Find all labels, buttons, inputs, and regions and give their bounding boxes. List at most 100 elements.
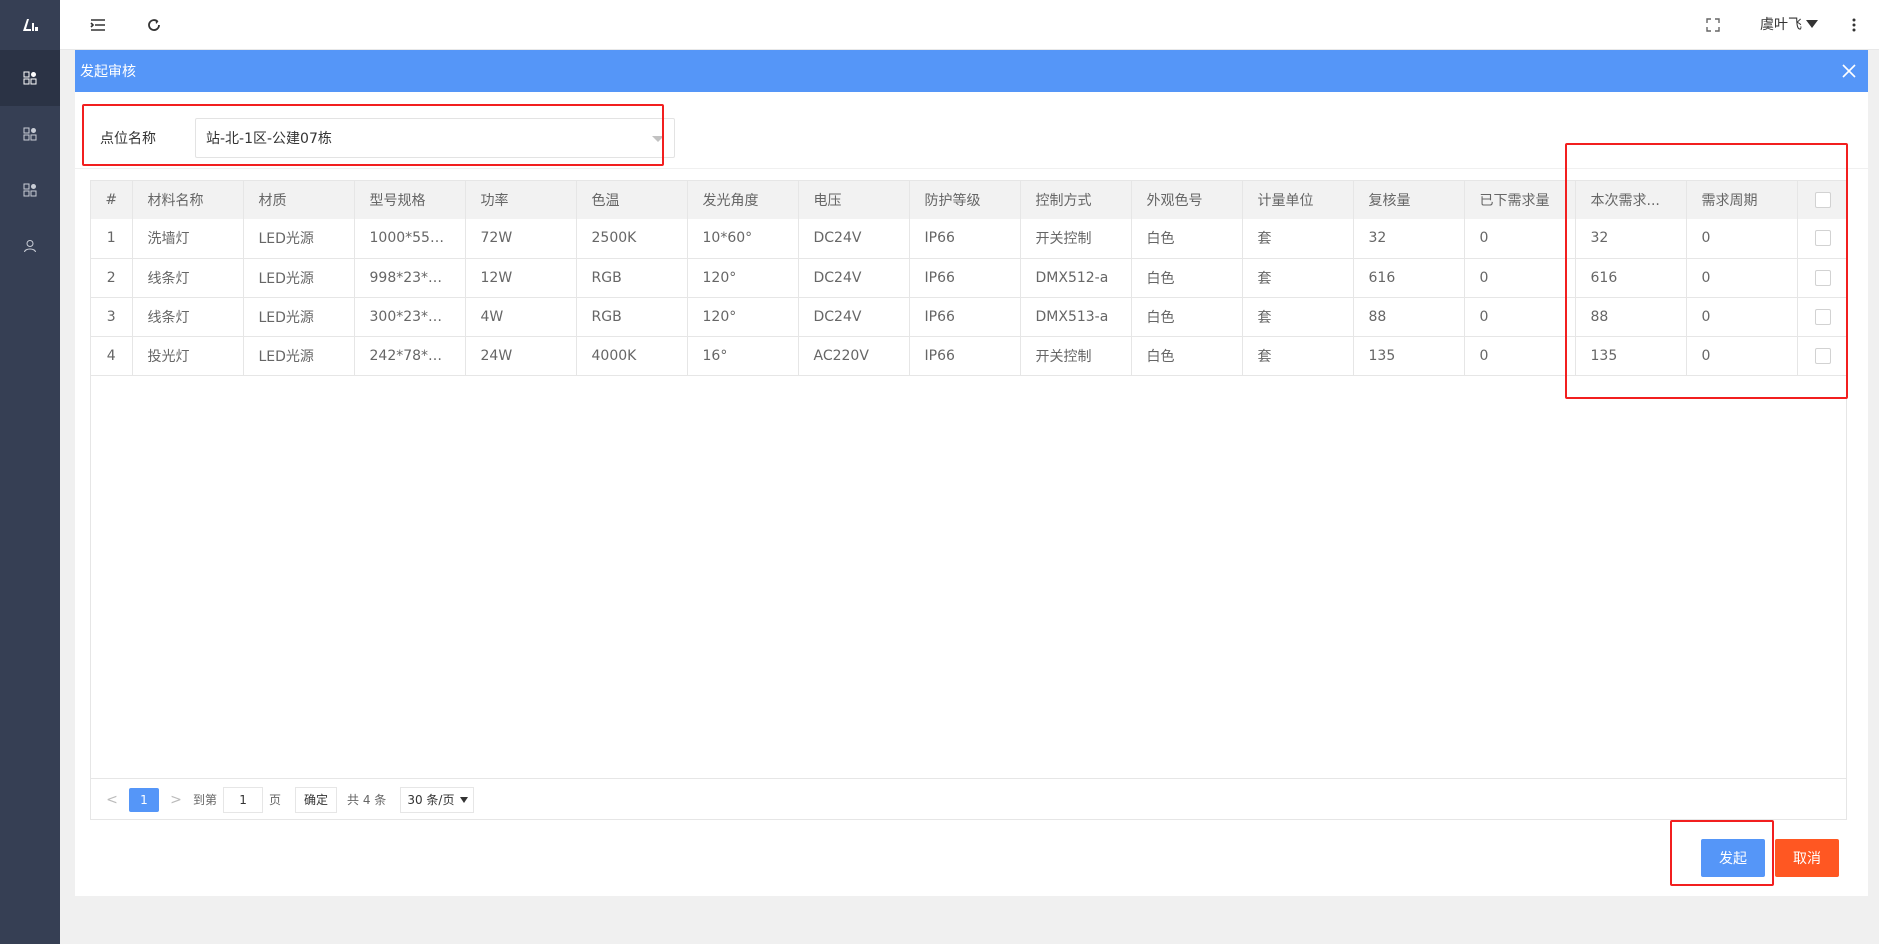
table-cell: 开关控制 bbox=[1020, 336, 1132, 375]
sidebar-item-dashboard[interactable] bbox=[0, 50, 60, 106]
table-cell: 32 bbox=[1575, 219, 1687, 258]
caret-down-icon bbox=[460, 796, 469, 803]
submit-button[interactable]: 发起 bbox=[1701, 839, 1765, 877]
table-row: 1 洗墙灯 LED光源 1000*55*... 72W 2500K 10*60° DC24V I… bbox=[91, 219, 1848, 258]
location-select[interactable]: 站-北-1区-公建07栋 bbox=[195, 118, 675, 158]
table-cell: 16° bbox=[687, 336, 799, 375]
close-icon[interactable] bbox=[1838, 60, 1860, 82]
column-header: 功率 bbox=[465, 181, 577, 219]
row-checkbox[interactable] bbox=[1797, 297, 1848, 336]
apps-icon bbox=[23, 127, 37, 141]
column-header: 复核量 bbox=[1353, 181, 1465, 219]
table-cell: 24W bbox=[465, 336, 577, 375]
user-menu[interactable]: 虞叶飞 bbox=[1760, 14, 1818, 34]
table-cell: 88 bbox=[1575, 297, 1687, 336]
table-cell: 2500K bbox=[576, 219, 688, 258]
table-cell: 0 bbox=[1464, 219, 1576, 258]
table-cell: 线条灯 bbox=[132, 297, 244, 336]
row-checkbox[interactable] bbox=[1797, 219, 1848, 258]
table-cell: 120° bbox=[687, 297, 799, 336]
row-checkbox[interactable] bbox=[1797, 336, 1848, 375]
table-cell: 120° bbox=[687, 258, 799, 297]
sidebar-item-user[interactable] bbox=[0, 218, 60, 274]
select-all-checkbox[interactable] bbox=[1797, 181, 1848, 219]
dashboard-icon bbox=[23, 71, 37, 85]
table-cell: 洗墙灯 bbox=[132, 219, 244, 258]
next-page-icon[interactable]: > bbox=[165, 792, 187, 808]
column-header: 需求周期 bbox=[1686, 181, 1798, 219]
refresh-icon[interactable] bbox=[144, 15, 164, 35]
apps-icon bbox=[23, 183, 37, 197]
goto-label: 到第 bbox=[193, 793, 218, 807]
table-cell: LED光源 bbox=[243, 297, 355, 336]
table-cell: 套 bbox=[1242, 258, 1354, 297]
location-value: 站-北-1区-公建07栋 bbox=[206, 131, 332, 147]
table-cell: 12W bbox=[465, 258, 577, 297]
divider bbox=[75, 168, 1868, 169]
table-cell: 3 bbox=[91, 297, 133, 336]
table-cell: DMX513-a bbox=[1020, 297, 1132, 336]
table-cell: 白色 bbox=[1131, 336, 1243, 375]
row-checkbox[interactable] bbox=[1797, 258, 1848, 297]
table-cell: 0 bbox=[1464, 258, 1576, 297]
page-size-select[interactable]: 30 条/页 bbox=[400, 786, 475, 813]
table-cell: IP66 bbox=[909, 219, 1021, 258]
table-cell: 白色 bbox=[1131, 258, 1243, 297]
table-cell: IP66 bbox=[909, 258, 1021, 297]
column-header: 发光角度 bbox=[687, 181, 799, 219]
pagination: < 1 > 到第 1 页 确定 共 4 条 30 条/页 bbox=[91, 778, 1846, 820]
more-icon[interactable] bbox=[1844, 15, 1864, 35]
table-cell: 616 bbox=[1575, 258, 1687, 297]
menu-fold-icon[interactable] bbox=[88, 15, 108, 35]
table-header: # 材料名称 材质 型号规格 功率 色温 发光角度 电压 防护等级 控制方式 外… bbox=[91, 181, 1848, 219]
page-input[interactable]: 1 bbox=[223, 786, 264, 813]
modal-title: 发起审核 bbox=[80, 64, 136, 80]
table-cell: RGB bbox=[576, 258, 688, 297]
table-cell: RGB bbox=[576, 297, 688, 336]
table-cell: 2 bbox=[91, 258, 133, 297]
table-cell: 白色 bbox=[1131, 219, 1243, 258]
table-cell: 32 bbox=[1353, 219, 1465, 258]
prev-page-icon[interactable]: < bbox=[101, 792, 123, 808]
table-cell: 套 bbox=[1242, 297, 1354, 336]
column-header: 外观色号 bbox=[1131, 181, 1243, 219]
table-cell: 1 bbox=[91, 219, 133, 258]
caret-down-icon bbox=[1806, 20, 1818, 28]
sidebar bbox=[0, 0, 60, 944]
cancel-button[interactable]: 取消 bbox=[1775, 839, 1839, 877]
total-count: 共 4 条 bbox=[347, 793, 387, 807]
column-header: 本次需求... bbox=[1575, 181, 1687, 219]
sidebar-item-apps[interactable] bbox=[0, 106, 60, 162]
table-cell: 1000*55*... bbox=[354, 219, 466, 258]
review-modal: 发起审核 点位名称 站-北-1区-公建07栋 # 材料名称 材质 型号规格 功率 bbox=[75, 50, 1868, 896]
page-size-value: 30 条/页 bbox=[407, 793, 455, 807]
column-header: 色温 bbox=[576, 181, 688, 219]
table-row: 2 线条灯 LED光源 998*23*H... 12W RGB 120° DC24V IP66 D… bbox=[91, 258, 1848, 297]
fullscreen-icon[interactable] bbox=[1703, 15, 1723, 35]
sidebar-item-apps-2[interactable] bbox=[0, 162, 60, 218]
table-row: 4 投光灯 LED光源 242*78*19... 24W 4000K 16° AC220V IP… bbox=[91, 336, 1848, 375]
column-header: # bbox=[91, 181, 133, 219]
table-cell: 线条灯 bbox=[132, 258, 244, 297]
confirm-page-button[interactable]: 确定 bbox=[295, 786, 338, 813]
table-cell: DMX512-a bbox=[1020, 258, 1132, 297]
column-header: 控制方式 bbox=[1020, 181, 1132, 219]
table-cell: 88 bbox=[1353, 297, 1465, 336]
page-current[interactable]: 1 bbox=[129, 787, 159, 812]
table-cell: 72W bbox=[465, 219, 577, 258]
table-cell: 0 bbox=[1464, 297, 1576, 336]
caret-down-icon bbox=[652, 136, 664, 142]
table-cell: 135 bbox=[1575, 336, 1687, 375]
logo-icon[interactable] bbox=[0, 0, 60, 50]
user-icon bbox=[24, 240, 36, 253]
table-cell: 998*23*H... bbox=[354, 258, 466, 297]
table-cell: 300*23*H... bbox=[354, 297, 466, 336]
table-cell: 242*78*19... bbox=[354, 336, 466, 375]
table-cell: 白色 bbox=[1131, 297, 1243, 336]
top-header: 虞叶飞 bbox=[60, 0, 1879, 50]
material-table: # 材料名称 材质 型号规格 功率 色温 发光角度 电压 防护等级 控制方式 外… bbox=[90, 180, 1848, 820]
table-cell: DC24V bbox=[798, 219, 910, 258]
column-header: 材料名称 bbox=[132, 181, 244, 219]
column-header: 已下需求量 bbox=[1464, 181, 1576, 219]
table-cell: 4000K bbox=[576, 336, 688, 375]
